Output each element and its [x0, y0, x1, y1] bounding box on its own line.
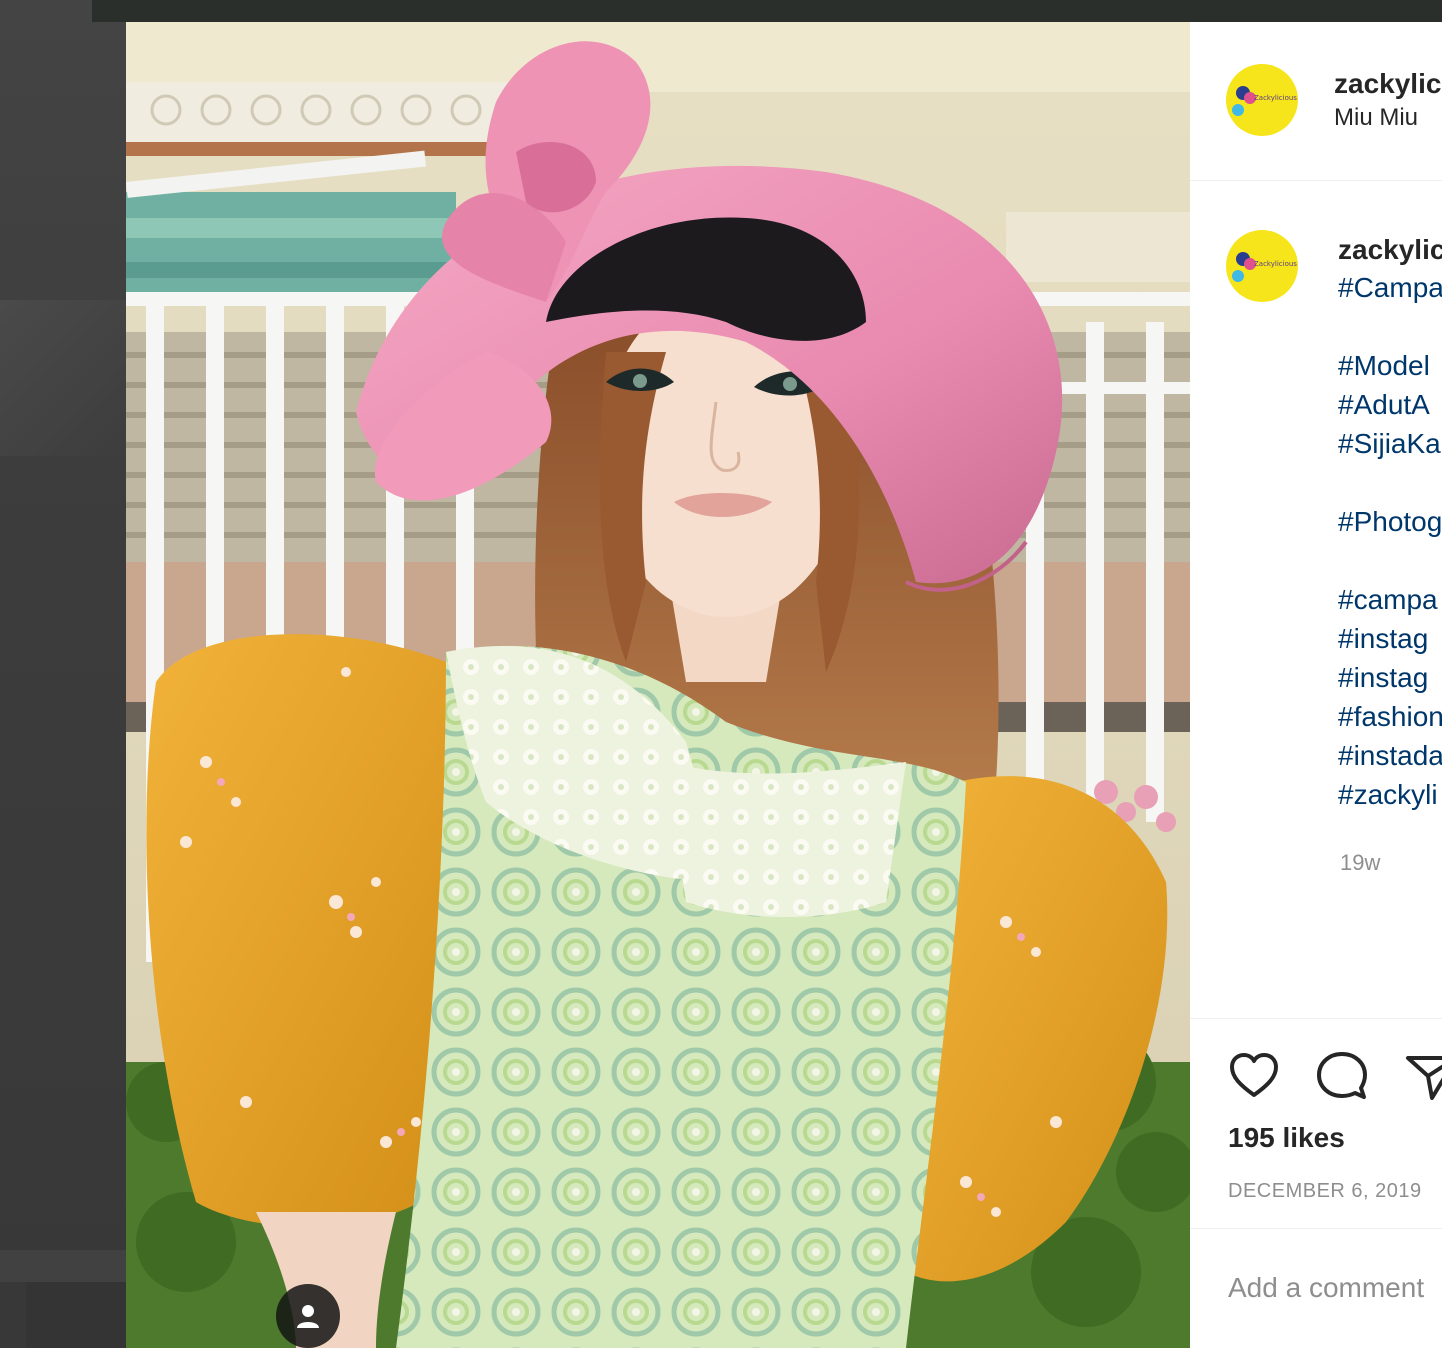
- post-side-panel: Zackylicious zackylic Miu Miu Zackylicio…: [1190, 22, 1442, 1348]
- post-photo-illustration: [126, 22, 1190, 1348]
- hashtag-link[interactable]: #AdutA: [1338, 389, 1430, 421]
- avatar-logo-dot: [1232, 104, 1244, 116]
- hashtag-link[interactable]: #Photog: [1338, 506, 1442, 538]
- hashtag-link[interactable]: #instada: [1338, 740, 1442, 772]
- background-feed-strip: [0, 0, 126, 1348]
- location-link[interactable]: Miu Miu: [1334, 104, 1418, 132]
- caption-avatar[interactable]: Zackylicious: [1226, 230, 1298, 302]
- post-header: Zackylicious zackylic Miu Miu: [1190, 22, 1442, 181]
- divider: [1190, 1228, 1442, 1229]
- background-thumbnail: [0, 300, 126, 456]
- avatar[interactable]: Zackylicious: [1226, 64, 1298, 136]
- caption-username-link[interactable]: zackylic: [1338, 234, 1442, 266]
- post-date[interactable]: DECEMBER 6, 2019: [1228, 1180, 1422, 1203]
- background-thumbnail: [26, 1282, 126, 1348]
- caption-timestamp[interactable]: 19w: [1340, 850, 1380, 876]
- hashtag-link[interactable]: #zackyli: [1338, 779, 1438, 811]
- background-header-band: [92, 0, 1442, 22]
- hashtag-link[interactable]: #SijiaKa: [1338, 428, 1441, 460]
- hashtag-link[interactable]: #instag: [1338, 662, 1428, 694]
- hashtag-link[interactable]: #instag: [1338, 623, 1428, 655]
- avatar-logo-text: Zackylicious: [1254, 260, 1297, 268]
- avatar-logo-dot: [1232, 270, 1244, 282]
- post-photo[interactable]: ›: [126, 22, 1190, 1348]
- likes-count[interactable]: 195 likes: [1228, 1122, 1345, 1154]
- hashtag-link[interactable]: #campa: [1338, 584, 1438, 616]
- send-icon[interactable]: [1404, 1048, 1442, 1104]
- comment-bubble-icon[interactable]: [1314, 1048, 1370, 1104]
- heart-icon[interactable]: [1226, 1048, 1282, 1104]
- background-thumbnail: [0, 1250, 126, 1282]
- header-username-link[interactable]: zackylic: [1334, 68, 1441, 100]
- avatar-logo-text: Zackylicious: [1254, 94, 1297, 102]
- divider: [1190, 1018, 1442, 1019]
- hashtag-link[interactable]: #Model: [1338, 350, 1430, 382]
- comment-input[interactable]: [1228, 1268, 1442, 1308]
- person-icon: [297, 1305, 319, 1328]
- tagged-users-button[interactable]: [276, 1284, 340, 1348]
- hashtag-link[interactable]: #fashion: [1338, 701, 1442, 733]
- hashtag-link[interactable]: #Campa: [1338, 272, 1442, 304]
